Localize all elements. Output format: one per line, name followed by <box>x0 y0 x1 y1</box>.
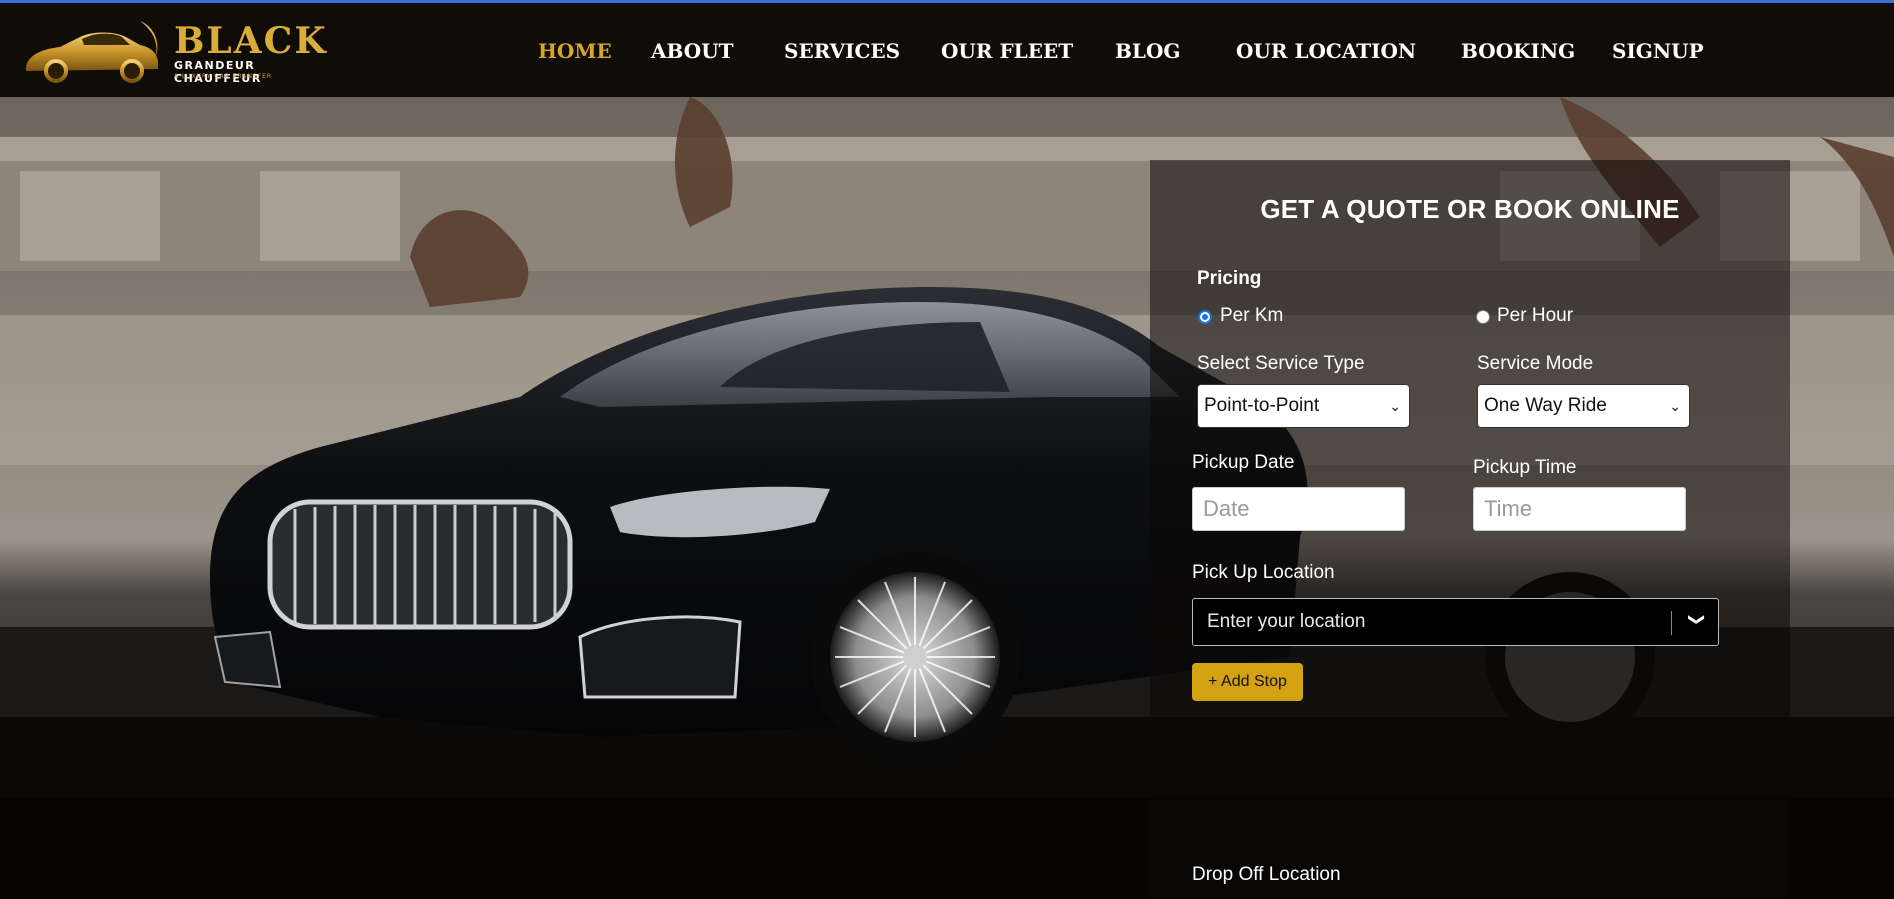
nav-signup[interactable]: SIGNUP <box>1612 39 1704 63</box>
car-logo-icon <box>26 21 158 83</box>
nav-booking[interactable]: BOOKING <box>1461 39 1575 63</box>
pickup-time-input[interactable]: Time <box>1473 487 1686 531</box>
input-separator <box>1671 611 1672 635</box>
nav-about[interactable]: ABOUT <box>651 39 734 63</box>
nav-home[interactable]: HOME <box>538 39 612 63</box>
pickup-location-input[interactable]: Enter your location ❯ <box>1192 598 1719 646</box>
nav-blog[interactable]: BLOG <box>1115 39 1180 63</box>
chevron-down-icon: ⌄ <box>1389 398 1401 414</box>
navbar: BLACK GRANDEUR CHAUFFEUR A LUXURY CAR TR… <box>0 3 1894 97</box>
pickup-date-label: Pickup Date <box>1192 452 1295 473</box>
dropoff-location-label: Drop Off Location <box>1192 864 1341 885</box>
service-type-label: Select Service Type <box>1197 353 1365 374</box>
per-km-label[interactable]: Per Km <box>1220 305 1283 327</box>
brand-name: BLACK <box>174 20 328 62</box>
service-mode-value: One Way Ride <box>1484 395 1607 416</box>
pricing-label: Pricing <box>1197 268 1262 289</box>
brand-logo[interactable]: BLACK GRANDEUR CHAUFFEUR A LUXURY CAR TR… <box>22 17 342 87</box>
pickup-location-placeholder: Enter your location <box>1207 611 1366 632</box>
brand-subtitle: GRANDEUR CHAUFFEUR <box>174 59 262 85</box>
add-stop-button[interactable]: + Add Stop <box>1192 663 1303 701</box>
nav-services[interactable]: SERVICES <box>784 39 900 63</box>
service-type-select[interactable]: Point-to-Point ⌄ <box>1197 384 1410 428</box>
service-mode-label: Service Mode <box>1477 353 1594 374</box>
chevron-down-icon[interactable]: ❯ <box>1688 613 1707 626</box>
pickup-location-label: Pick Up Location <box>1192 562 1335 583</box>
service-type-value: Point-to-Point <box>1204 395 1320 416</box>
chevron-down-icon: ⌄ <box>1669 398 1681 414</box>
pickup-time-label: Pickup Time <box>1473 457 1577 478</box>
service-mode-select[interactable]: One Way Ride ⌄ <box>1477 384 1690 428</box>
brand-tagline: A LUXURY CAR TRANSFER <box>174 73 273 80</box>
pickup-date-input[interactable]: Date <box>1192 487 1405 531</box>
nav-our-fleet[interactable]: OUR FLEET <box>941 39 1073 63</box>
per-km-radio[interactable] <box>1198 310 1212 324</box>
per-hour-radio[interactable] <box>1476 310 1490 324</box>
nav-our-location[interactable]: OUR LOCATION <box>1236 39 1416 63</box>
booking-form-title: GET A QUOTE OR BOOK ONLINE <box>1260 194 1680 224</box>
per-hour-label[interactable]: Per Hour <box>1497 305 1573 327</box>
